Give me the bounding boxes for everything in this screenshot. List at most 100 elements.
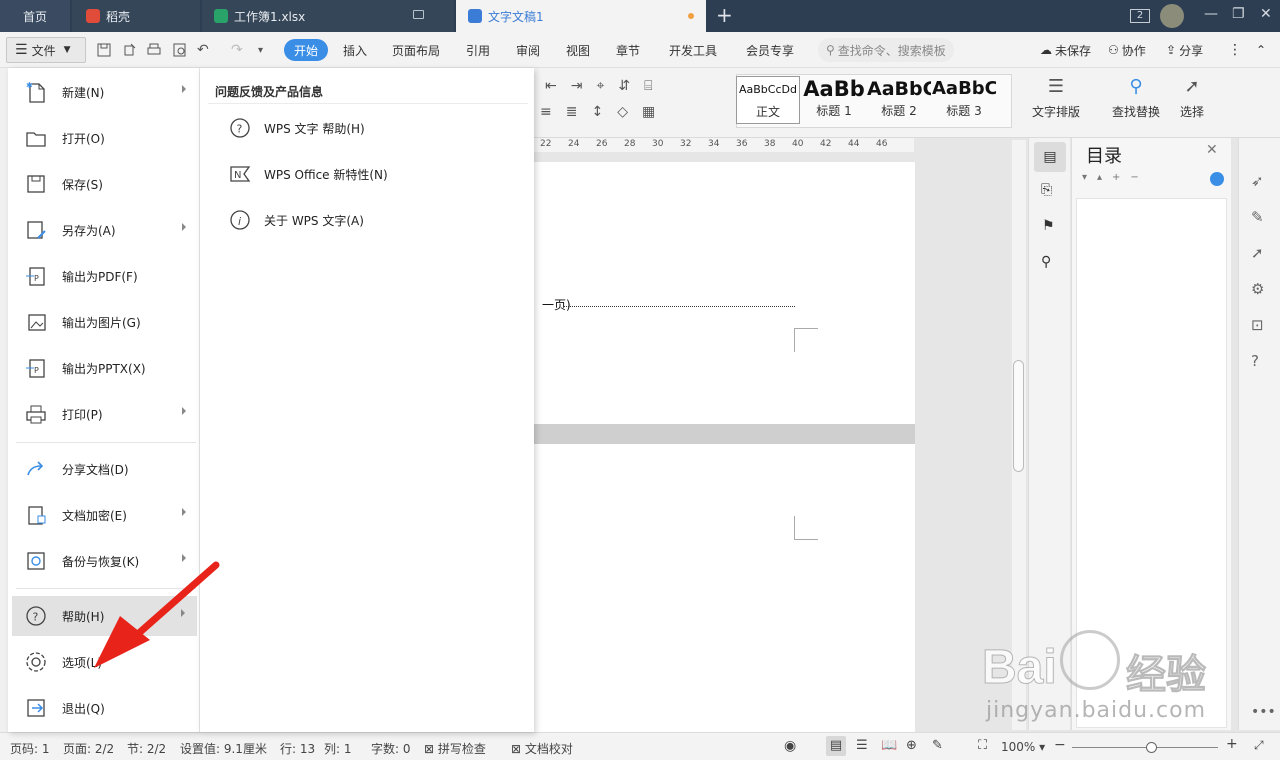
zoom-slider-knob[interactable]	[1146, 742, 1158, 753]
print-preview-icon[interactable]	[172, 32, 188, 68]
redo-icon[interactable]: ↷	[231, 32, 243, 68]
zoom-slider[interactable]	[1072, 742, 1218, 753]
pen-icon[interactable]: ✎	[1251, 208, 1264, 226]
help-submenu-item[interactable]: i 关于 WPS 文字(A)	[200, 200, 534, 240]
status-column[interactable]: 列: 1	[324, 740, 352, 757]
close-icon[interactable]: ✕	[1260, 6, 1272, 22]
find-replace-button[interactable]: ⚲ 查找替换	[1106, 76, 1166, 120]
settings-sliders-icon[interactable]: ⚙	[1251, 280, 1264, 298]
collapse-ribbon-icon[interactable]: ⌃	[1256, 32, 1266, 68]
file-menu-item[interactable]: 退出(Q)	[8, 688, 198, 728]
proofread-button[interactable]: ⊠ 文档校对	[511, 740, 573, 757]
file-menu-item[interactable]: 输出为图片(G)	[8, 302, 198, 342]
close-icon[interactable]: ✕	[1206, 142, 1218, 158]
tab-page-layout[interactable]: 页面布局	[392, 32, 440, 68]
toc-nav-icon[interactable]: ▤	[1034, 142, 1066, 172]
tab-document[interactable]: 文字文稿1	[456, 0, 706, 32]
more-icon[interactable]: ⋮	[1228, 32, 1242, 68]
tab-spreadsheet[interactable]: 工作簿1.xlsx	[202, 0, 454, 32]
unsaved-button[interactable]: ☁ 未保存	[1040, 32, 1091, 68]
tab-member[interactable]: 会员专享	[746, 32, 794, 68]
file-menu-item[interactable]: 打印(P)	[8, 394, 198, 434]
minimize-icon[interactable]: —	[1204, 6, 1218, 22]
fullscreen-icon[interactable]: ⤢	[1254, 738, 1264, 753]
tab-home[interactable]: 首页	[0, 0, 70, 32]
fit-page-icon[interactable]: ⛶	[978, 738, 987, 753]
status-pages[interactable]: 页面: 2/2	[63, 740, 114, 757]
help-submenu-item[interactable]: ? WPS 文字 帮助(H)	[200, 108, 534, 148]
save-icon[interactable]	[96, 32, 112, 68]
tab-start[interactable]: 开始	[284, 39, 329, 61]
package-icon[interactable]: ⊡	[1251, 316, 1264, 334]
chapter-nav-icon[interactable]: ⎘	[1041, 182, 1052, 198]
alignment-tools-icon[interactable]: ≡≣↕◇▦	[540, 104, 669, 120]
reading-view-icon[interactable]: 📖	[881, 738, 897, 753]
file-menu-item[interactable]: 分享文档(D)	[8, 449, 198, 489]
horizontal-ruler[interactable]: 22 24 26 28 30 32 34 36 38 40 42 44 46	[534, 138, 914, 152]
paragraph-tools-icon[interactable]: ⇤⇥⌖⇵⌸	[545, 78, 666, 94]
file-menu-item[interactable]: 备份与恢复(K)	[8, 541, 198, 581]
document-page-1[interactable]: 一页)	[534, 162, 915, 424]
search-icon[interactable]: ⚲	[1041, 254, 1051, 270]
rocket-icon[interactable]: ➶	[1251, 172, 1264, 190]
style-normal[interactable]: AaBbCcDd 正文	[736, 76, 800, 124]
web-view-icon[interactable]: ⊕	[906, 738, 917, 753]
help-submenu-item[interactable]: N WPS Office 新特性(N)	[200, 154, 534, 194]
tab-review[interactable]: 审阅	[516, 32, 540, 68]
file-menu-item-label: 保存(S)	[62, 177, 103, 192]
outline-view-icon[interactable]: ☰	[856, 738, 868, 753]
tab-chapter[interactable]: 章节	[616, 32, 640, 68]
file-menu-item[interactable]: P 输出为PDF(F)	[8, 256, 198, 296]
restore-icon[interactable]: ❐	[1232, 6, 1245, 22]
bookmark-icon[interactable]: ⚑	[1042, 218, 1055, 234]
document-page-2[interactable]	[534, 444, 915, 744]
zoom-in-icon[interactable]: +	[1226, 736, 1238, 752]
customize-icon[interactable]: ▾	[258, 32, 263, 68]
help-icon[interactable]: ?	[1251, 352, 1259, 370]
style-heading-3[interactable]: AaBbC 标题 3	[932, 76, 996, 124]
zoom-select[interactable]: 100% ▾	[1001, 740, 1045, 754]
undo-icon[interactable]: ↶	[197, 32, 209, 68]
file-menu-item[interactable]: 打开(O)	[8, 118, 198, 158]
file-menu-item[interactable]: 选项(L)	[8, 642, 198, 682]
file-menu-item[interactable]: 保存(S)	[8, 164, 198, 204]
status-section[interactable]: 节: 2/2	[127, 740, 166, 757]
ai-assistant-icon[interactable]	[1210, 172, 1224, 186]
file-menu-item[interactable]: P 输出为PPTX(X)	[8, 348, 198, 388]
text-layout-button[interactable]: ☰ 文字排版	[1028, 76, 1084, 120]
select-button[interactable]: ➚ 选择	[1172, 76, 1212, 120]
collab-button[interactable]: ⚇ 协作	[1108, 32, 1146, 68]
tab-references[interactable]: 引用	[466, 32, 490, 68]
tab-daoke[interactable]: 稻壳	[72, 0, 200, 32]
file-menu-button[interactable]: ☰ 文件 ▼	[6, 37, 86, 63]
tab-view[interactable]: 视图	[566, 32, 590, 68]
status-setting-value[interactable]: 设置值: 9.1厘米	[180, 740, 267, 757]
status-word-count[interactable]: 字数: 0	[371, 740, 411, 757]
window-count-badge[interactable]: 2	[1130, 9, 1150, 23]
tab-developer[interactable]: 开发工具	[669, 32, 717, 68]
style-heading-1[interactable]: AaBb 标题 1	[802, 76, 866, 124]
status-page-number[interactable]: 页码: 1	[10, 740, 50, 757]
command-search-input[interactable]: ⚲ 查找命令、搜索模板	[818, 38, 954, 62]
status-row[interactable]: 行: 13	[280, 740, 315, 757]
file-menu-item[interactable]: ✱ 新建(N)	[8, 72, 198, 112]
cursor-icon[interactable]: ➚	[1251, 244, 1264, 262]
export-icon[interactable]	[122, 32, 138, 68]
file-menu-item[interactable]: 文档加密(E)	[8, 495, 198, 535]
scroll-thumb[interactable]	[1013, 360, 1024, 472]
file-menu-item[interactable]: ? 帮助(H)	[12, 596, 197, 636]
add-tab-icon[interactable]: +	[716, 5, 733, 25]
toc-tool-icons[interactable]: ▾▴+−	[1082, 172, 1149, 183]
tab-insert[interactable]: 插入	[343, 32, 367, 68]
avatar[interactable]	[1160, 4, 1184, 28]
style-heading-2[interactable]: AaBbC 标题 2	[867, 76, 931, 124]
spell-check-button[interactable]: ⊠ 拼写检查	[424, 740, 486, 757]
annotate-icon[interactable]: ✎	[932, 738, 943, 753]
eye-protection-icon[interactable]: ◉	[784, 738, 796, 754]
print-icon[interactable]	[146, 32, 162, 68]
zoom-out-icon[interactable]: −	[1054, 737, 1066, 753]
toc-panel-title: 目录	[1086, 146, 1122, 167]
page-view-icon[interactable]: ▤	[826, 736, 846, 756]
share-button[interactable]: ⇪ 分享	[1166, 32, 1203, 68]
file-menu-item[interactable]: 另存为(A)	[8, 210, 198, 250]
